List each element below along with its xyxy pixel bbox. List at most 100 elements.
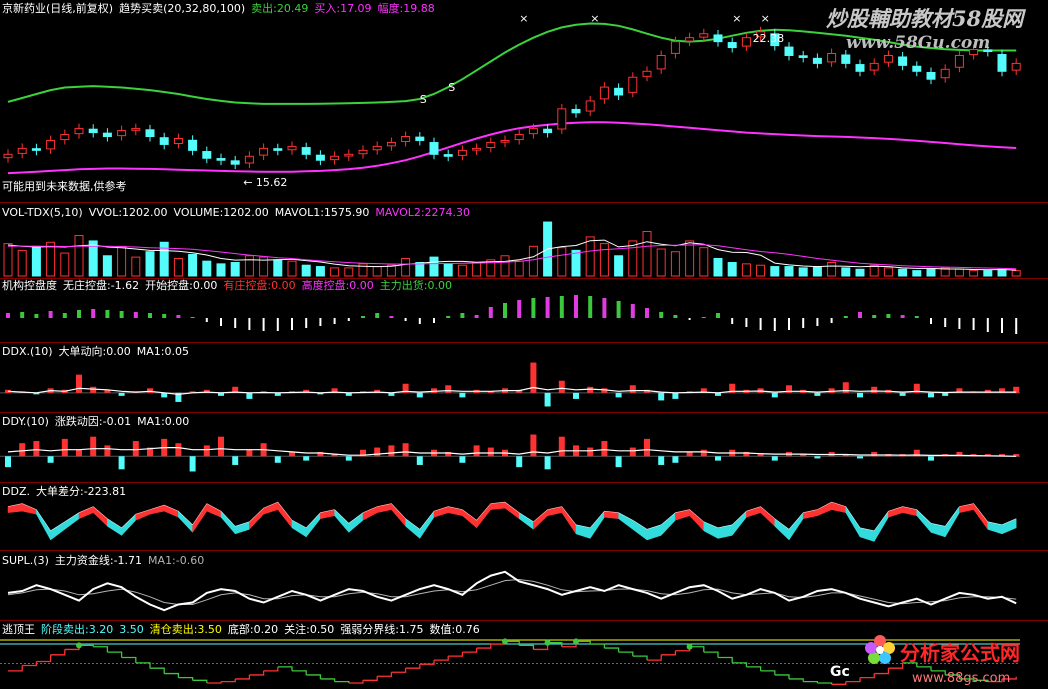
volume-bar xyxy=(656,248,666,277)
volume-bar xyxy=(46,241,56,277)
candle-body xyxy=(216,158,226,161)
ddx-bar xyxy=(899,392,906,396)
volume-bar xyxy=(642,230,652,277)
volume-bar xyxy=(415,262,425,277)
volume-bar xyxy=(827,262,837,277)
candle-body xyxy=(557,108,567,130)
volume-bar xyxy=(216,263,226,277)
candle-body xyxy=(17,147,27,154)
candle-body xyxy=(855,64,865,72)
ddx-bar xyxy=(771,392,778,398)
header-tdw-6: 强弱分界线:1.75 xyxy=(340,622,423,636)
header-price-2: 卖出:20.49 xyxy=(251,1,308,15)
candle-body xyxy=(230,160,240,165)
candle-body xyxy=(74,128,84,135)
candle-body xyxy=(1011,62,1021,71)
ddx-bar xyxy=(246,392,253,399)
header-ddx-2: MA1:0.05 xyxy=(137,345,189,358)
ddy-bar xyxy=(416,456,423,465)
watermark-bottom-title: 分析家公式网 xyxy=(900,641,1020,665)
ddy-bar xyxy=(33,441,40,457)
ddy-bar xyxy=(757,454,764,457)
escape-peak-dot xyxy=(76,642,82,649)
candle-body xyxy=(273,148,283,151)
volume-bar xyxy=(401,257,411,277)
ddx-bar xyxy=(573,392,579,399)
volume-bar xyxy=(372,266,382,277)
header-tdw-0: 逃顶王 xyxy=(2,623,35,636)
candle-body xyxy=(585,100,595,112)
candle-body xyxy=(926,71,936,80)
ddx-bar xyxy=(615,392,622,398)
header-vol-2: VOLUME:1202.00 xyxy=(174,206,269,219)
volume-bar xyxy=(883,267,893,277)
volume-bar xyxy=(557,247,567,277)
watermark-top-title: 炒股輔助教材58股网 xyxy=(826,6,1026,31)
ddy-bar xyxy=(629,447,636,457)
header-jgkp-0: 机构控盘度 xyxy=(2,278,57,292)
volume-bar xyxy=(670,251,680,277)
ddy-bar xyxy=(672,456,679,463)
candle-body xyxy=(628,76,638,93)
volume-bar xyxy=(954,268,964,277)
candle-body xyxy=(727,42,737,49)
ddy-bar xyxy=(5,456,11,468)
candle-body xyxy=(940,68,950,79)
volume-bar xyxy=(131,256,141,277)
candle-body xyxy=(472,147,482,151)
volume-bar xyxy=(230,262,240,277)
ddy-bar xyxy=(274,456,281,463)
candle-body xyxy=(31,148,41,151)
volume-bar xyxy=(1011,270,1021,277)
volume-bar xyxy=(457,264,467,277)
ddx-bar xyxy=(871,386,878,393)
volume-bar xyxy=(60,252,70,277)
ddy-bar xyxy=(218,436,224,457)
candle-body xyxy=(259,147,269,156)
volume-bar xyxy=(699,247,709,277)
volume-bar xyxy=(571,249,581,277)
volume-bar xyxy=(17,249,27,277)
ddx-bar xyxy=(90,386,97,393)
ddx-bar xyxy=(147,388,153,393)
candle-body xyxy=(883,54,893,63)
volume-bar xyxy=(898,268,908,277)
header-ddz-1: 大单差分:-223.81 xyxy=(36,484,126,498)
ddy-bar xyxy=(644,438,650,457)
candle-body xyxy=(784,46,794,56)
volume-bar xyxy=(599,243,609,277)
volume-bar xyxy=(585,236,595,277)
ddy-bar xyxy=(487,447,494,457)
candle-body xyxy=(330,155,340,161)
escape-peak-dot xyxy=(544,639,551,646)
volume-bar xyxy=(159,241,169,277)
candle-body xyxy=(798,55,808,58)
ddy-bar xyxy=(388,445,395,457)
header-tdw-1: 阶段卖出:3.20 xyxy=(41,622,113,636)
header-jgkp-4: 高度控盘:0.00 xyxy=(302,278,374,292)
candle-body xyxy=(869,62,879,71)
volume-bar xyxy=(969,270,979,277)
candle-body xyxy=(188,139,198,151)
candle-body xyxy=(656,54,666,70)
candle-body xyxy=(954,54,964,68)
header-ddx-0: DDX.(10) xyxy=(2,345,53,358)
header-jgkp-2: 开始控盘:0.00 xyxy=(145,278,217,292)
ddx-bar xyxy=(431,388,437,393)
future-data-note: 可能用到未来数据,供参考 xyxy=(2,179,127,193)
ddy-bar xyxy=(132,441,139,457)
ddy-bar xyxy=(61,438,68,457)
header-supl-1: 主力资金线:-1.71 xyxy=(55,553,142,567)
candle-body xyxy=(60,134,70,141)
volume-bar xyxy=(202,260,212,277)
volume-bar xyxy=(117,245,127,277)
candle-body xyxy=(173,137,183,145)
header-price-4: 幅度:19.88 xyxy=(378,1,435,15)
candle-body xyxy=(543,128,553,134)
volume-bar xyxy=(812,266,822,277)
watermark-bottom-fragment: Gc xyxy=(830,664,850,680)
ddy-bar xyxy=(615,456,622,468)
candle-body xyxy=(642,70,652,77)
candle-body xyxy=(699,33,709,38)
ddy-bar xyxy=(473,445,480,457)
